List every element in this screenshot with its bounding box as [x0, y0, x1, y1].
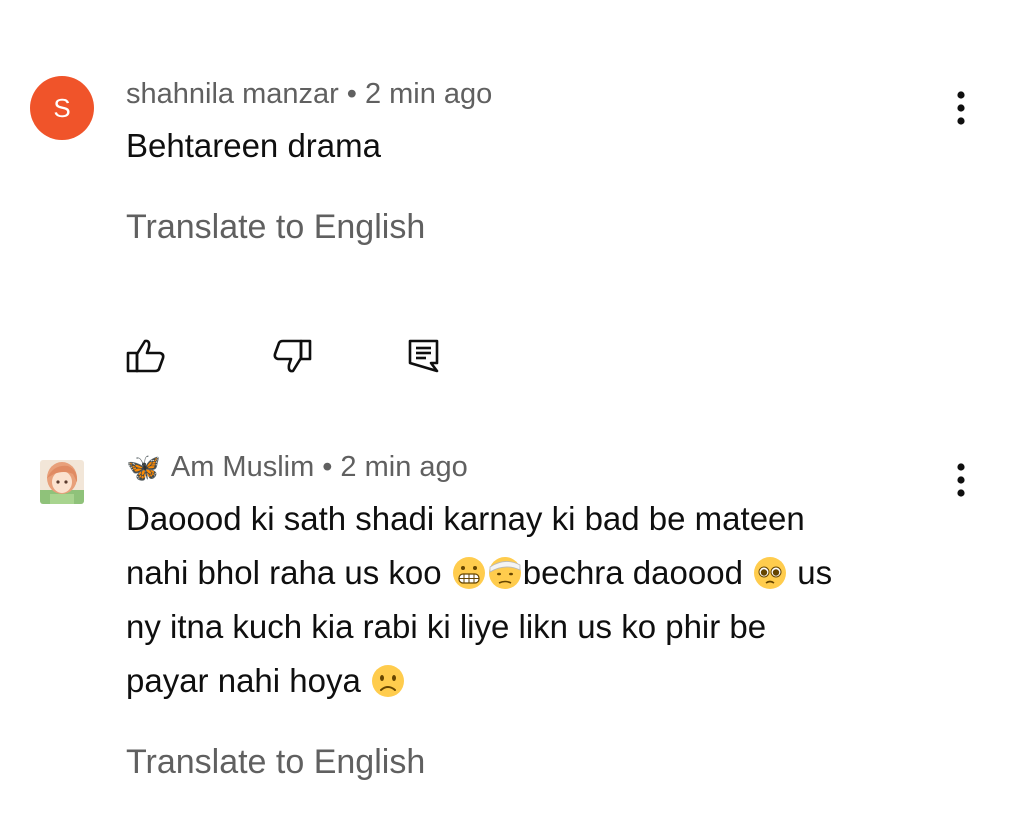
dislike-icon — [273, 339, 312, 373]
comment-text-line: Daoood ki sath shadi karnay ki bad be ma… — [126, 500, 805, 537]
more-vert-icon[interactable] — [944, 88, 978, 128]
meta-separator: • — [322, 451, 333, 483]
comment-author[interactable]: shahnila manzar — [126, 78, 339, 111]
like-icon — [126, 339, 165, 373]
more-vert-icon[interactable] — [944, 460, 978, 500]
pleading-face-emoji-icon — [754, 557, 787, 589]
dislike-button[interactable] — [272, 338, 312, 379]
comment-text: Daoood ki sath shadi karnay ki bad be ma… — [126, 492, 832, 708]
butterfly-emoji-icon: 🦋 — [126, 452, 161, 483]
comment-time: 2 min ago — [364, 78, 493, 110]
comment-text: Behtareen drama — [126, 119, 381, 173]
meta-separator: • — [346, 78, 357, 110]
comment-time: 2 min ago — [340, 451, 468, 483]
comment-author[interactable]: Am Muslim — [171, 451, 314, 484]
comment-text-line: Behtareen drama — [126, 127, 381, 164]
anime-girl-avatar-icon — [40, 460, 84, 504]
reply-icon — [408, 339, 439, 373]
translate-link[interactable]: Translate to English — [126, 208, 425, 247]
avatar[interactable]: S — [30, 76, 94, 140]
avatar-letter: S — [53, 92, 71, 123]
grimacing-face-emoji-icon — [452, 557, 485, 589]
avatar[interactable] — [40, 460, 84, 504]
frowning-face-emoji-icon — [372, 665, 405, 697]
comment-text-line: ny itna kuch kia rabi ki liye likn us ko… — [126, 608, 767, 645]
head-bandage-face-emoji-icon — [488, 557, 521, 589]
translate-link[interactable]: Translate to English — [126, 743, 425, 782]
reply-button[interactable] — [408, 338, 440, 379]
comment-meta: 🦋 Am Muslim • 2 min ago — [126, 451, 468, 484]
comment-meta: shahnila manzar • 2 min ago — [126, 78, 492, 111]
comment-text-line: nahi bhol raha us koo bechra daoood us — [126, 554, 833, 591]
comment-text-line: payar nahi hoya — [126, 654, 832, 708]
like-button[interactable] — [126, 338, 166, 379]
